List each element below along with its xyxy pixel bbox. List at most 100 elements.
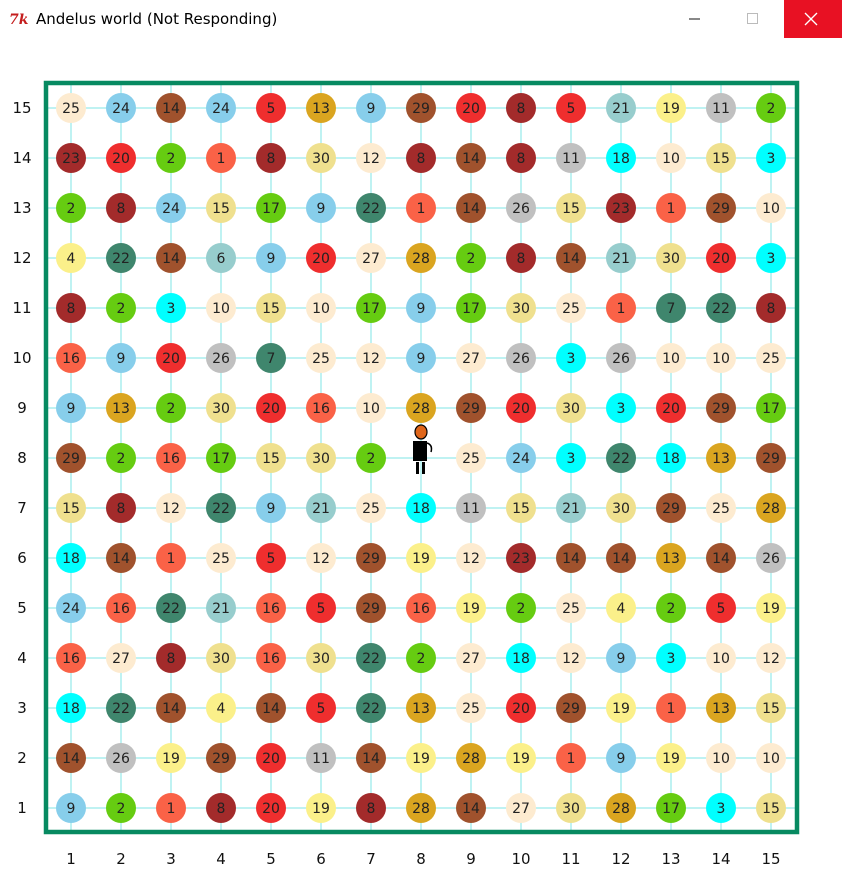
- grid-cell[interactable]: 3: [556, 343, 586, 373]
- grid-cell[interactable]: 29: [556, 693, 586, 723]
- grid-cell[interactable]: 14: [706, 543, 736, 573]
- grid-cell[interactable]: 10: [356, 393, 386, 423]
- grid-cell[interactable]: 9: [606, 643, 636, 673]
- grid-cell[interactable]: 17: [206, 443, 236, 473]
- grid-cell[interactable]: 22: [356, 643, 386, 673]
- grid-cell[interactable]: 14: [456, 193, 486, 223]
- grid-cell[interactable]: 20: [256, 393, 286, 423]
- grid-cell[interactable]: 30: [506, 293, 536, 323]
- grid-cell[interactable]: 5: [306, 693, 336, 723]
- grid-cell[interactable]: 14: [106, 543, 136, 573]
- grid-cell[interactable]: 25: [356, 493, 386, 523]
- grid-cell[interactable]: 3: [156, 293, 186, 323]
- grid-cell[interactable]: 26: [506, 343, 536, 373]
- grid-cell[interactable]: 8: [356, 793, 386, 823]
- grid-cell[interactable]: 20: [656, 393, 686, 423]
- grid-cell[interactable]: 28: [406, 793, 436, 823]
- grid-cell[interactable]: 29: [56, 443, 86, 473]
- grid-cell[interactable]: 15: [56, 493, 86, 523]
- grid-cell[interactable]: 8: [206, 793, 236, 823]
- grid-cell[interactable]: 20: [706, 243, 736, 273]
- grid-cell[interactable]: 3: [606, 393, 636, 423]
- grid-cell[interactable]: 24: [506, 443, 536, 473]
- grid-cell[interactable]: 17: [256, 193, 286, 223]
- grid-cell[interactable]: 20: [506, 693, 536, 723]
- grid-cell[interactable]: 16: [256, 593, 286, 623]
- grid-cell[interactable]: 29: [206, 743, 236, 773]
- grid-cell[interactable]: 4: [606, 593, 636, 623]
- grid-cell[interactable]: 14: [456, 143, 486, 173]
- grid-cell[interactable]: 12: [556, 643, 586, 673]
- grid-cell[interactable]: 17: [656, 793, 686, 823]
- grid-cell[interactable]: 2: [456, 243, 486, 273]
- grid-cell[interactable]: 26: [506, 193, 536, 223]
- grid-cell[interactable]: 8: [56, 293, 86, 323]
- grid-cell[interactable]: 1: [606, 293, 636, 323]
- grid-cell[interactable]: 16: [56, 643, 86, 673]
- grid-cell[interactable]: 10: [756, 743, 786, 773]
- grid-cell[interactable]: 15: [256, 293, 286, 323]
- grid-cell[interactable]: 9: [406, 293, 436, 323]
- grid-cell[interactable]: 22: [606, 443, 636, 473]
- grid-cell[interactable]: 8: [506, 93, 536, 123]
- grid-cell[interactable]: 5: [256, 93, 286, 123]
- grid-cell[interactable]: 21: [606, 93, 636, 123]
- grid-cell[interactable]: 27: [456, 643, 486, 673]
- grid-cell[interactable]: 12: [356, 143, 386, 173]
- grid-cell[interactable]: 10: [306, 293, 336, 323]
- grid-cell[interactable]: 27: [356, 243, 386, 273]
- grid-cell[interactable]: 25: [456, 693, 486, 723]
- grid-cell[interactable]: 20: [106, 143, 136, 173]
- grid-cell[interactable]: 14: [456, 793, 486, 823]
- grid-cell[interactable]: 30: [556, 393, 586, 423]
- grid-cell[interactable]: 11: [706, 93, 736, 123]
- grid-cell[interactable]: 30: [206, 643, 236, 673]
- grid-cell[interactable]: 2: [106, 793, 136, 823]
- grid-cell[interactable]: 29: [656, 493, 686, 523]
- grid-cell[interactable]: 9: [56, 793, 86, 823]
- grid-cell[interactable]: 18: [606, 143, 636, 173]
- grid-cell[interactable]: 1: [156, 543, 186, 573]
- grid-cell[interactable]: 14: [556, 543, 586, 573]
- grid-cell[interactable]: 21: [556, 493, 586, 523]
- grid-cell[interactable]: 23: [56, 143, 86, 173]
- grid-cell[interactable]: 23: [606, 193, 636, 223]
- grid-cell[interactable]: 23: [506, 543, 536, 573]
- grid-cell[interactable]: 27: [456, 343, 486, 373]
- grid-cell[interactable]: 2: [406, 643, 436, 673]
- grid-cell[interactable]: 12: [756, 643, 786, 673]
- grid-cell[interactable]: 9: [256, 493, 286, 523]
- grid-cell[interactable]: 14: [556, 243, 586, 273]
- grid-cell[interactable]: 18: [656, 443, 686, 473]
- grid-cell[interactable]: 27: [106, 643, 136, 673]
- grid-cell[interactable]: 4: [206, 693, 236, 723]
- grid-cell[interactable]: 18: [406, 493, 436, 523]
- grid-cell[interactable]: 19: [456, 593, 486, 623]
- grid-cell[interactable]: 9: [406, 343, 436, 373]
- grid-cell[interactable]: 29: [456, 393, 486, 423]
- grid-cell[interactable]: 2: [356, 443, 386, 473]
- grid-cell[interactable]: 27: [506, 793, 536, 823]
- grid-cell[interactable]: 8: [506, 143, 536, 173]
- grid-cell[interactable]: 20: [156, 343, 186, 373]
- grid-cell[interactable]: 20: [306, 243, 336, 273]
- grid-cell[interactable]: 13: [106, 393, 136, 423]
- grid-cell[interactable]: 13: [706, 693, 736, 723]
- grid-cell[interactable]: 29: [356, 593, 386, 623]
- grid-cell[interactable]: 28: [756, 493, 786, 523]
- grid-cell[interactable]: 15: [756, 793, 786, 823]
- grid-cell[interactable]: 28: [606, 793, 636, 823]
- grid-cell[interactable]: 2: [106, 293, 136, 323]
- grid-cell[interactable]: 29: [706, 393, 736, 423]
- grid-cell[interactable]: 2: [106, 443, 136, 473]
- grid-cell[interactable]: 5: [256, 543, 286, 573]
- grid-cell[interactable]: 20: [506, 393, 536, 423]
- grid-cell[interactable]: 2: [506, 593, 536, 623]
- grid-cell[interactable]: 18: [56, 543, 86, 573]
- grid-cell[interactable]: 25: [756, 343, 786, 373]
- grid-cell[interactable]: 16: [256, 643, 286, 673]
- grid-cell[interactable]: 1: [556, 743, 586, 773]
- grid-cell[interactable]: 19: [506, 743, 536, 773]
- grid-cell[interactable]: 25: [556, 593, 586, 623]
- grid-cell[interactable]: 24: [56, 593, 86, 623]
